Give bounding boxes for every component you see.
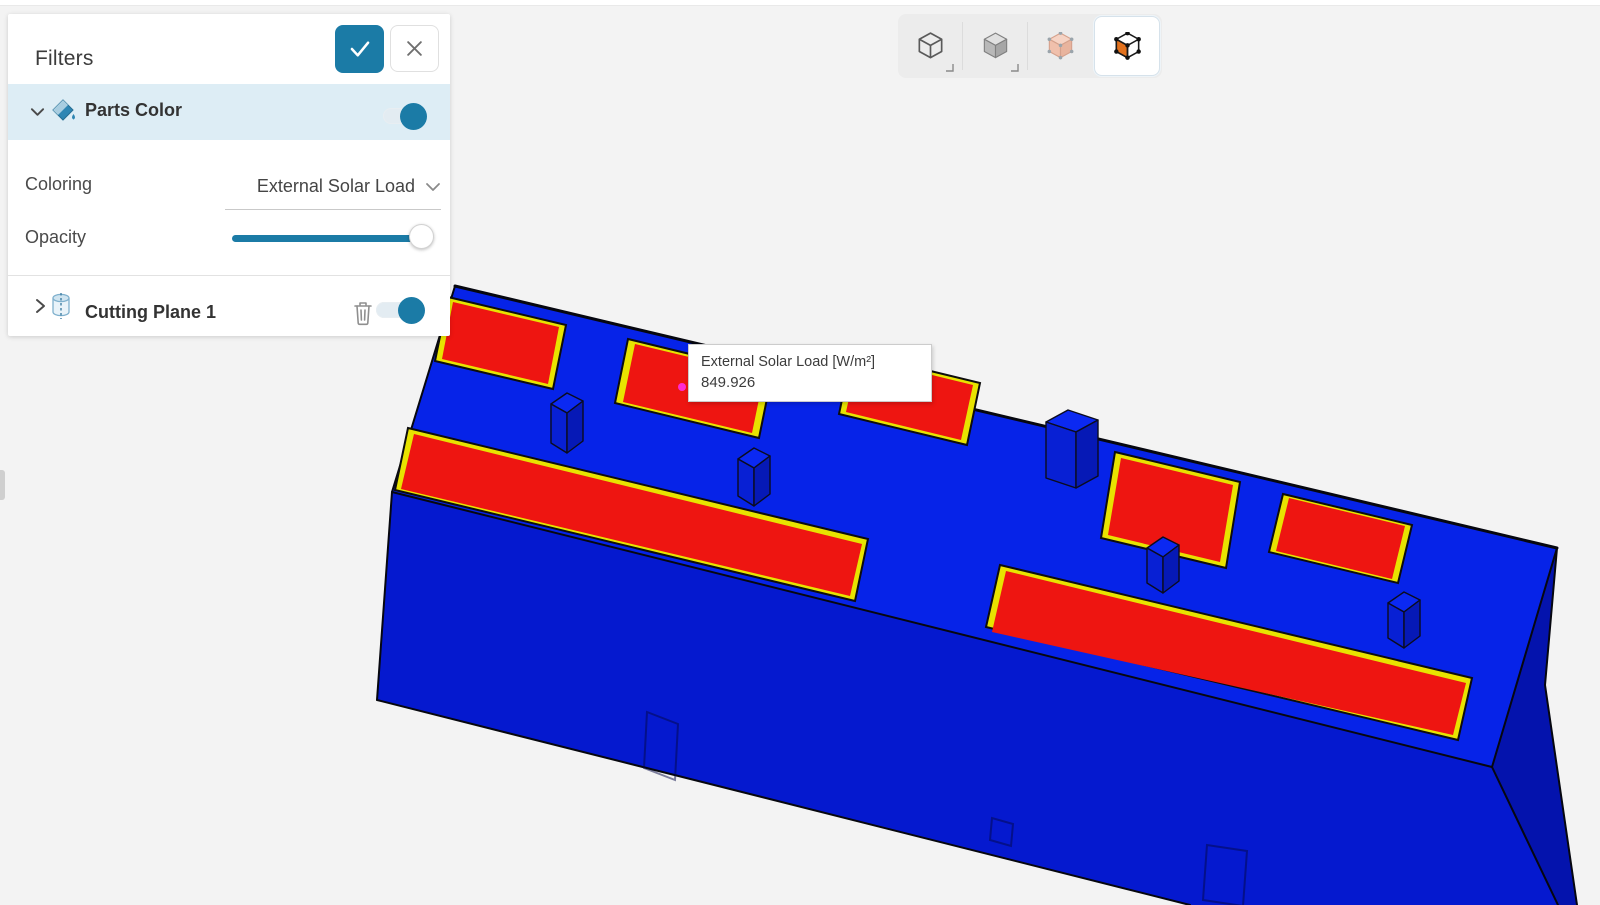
- surface-cube-icon: [1047, 31, 1073, 59]
- check-icon: [350, 41, 369, 57]
- cutting-plane-row[interactable]: Cutting Plane 1: [8, 276, 450, 336]
- roof-cube: [550, 392, 584, 454]
- chevron-right-icon[interactable]: [34, 298, 47, 314]
- left-panel-handle[interactable]: [0, 470, 5, 500]
- cutting-plane-icon: [52, 293, 70, 319]
- roof-cube: [1146, 536, 1180, 594]
- topology-view-button[interactable]: [1094, 16, 1160, 76]
- paint-bucket-icon: [52, 99, 75, 121]
- topology-cube-icon: [1113, 31, 1141, 60]
- solid-view-button[interactable]: [963, 14, 1027, 78]
- wireframe-cube-icon: [918, 31, 942, 58]
- parts-color-row[interactable]: Parts Color: [8, 84, 450, 140]
- parts-color-toggle-knob[interactable]: [400, 103, 427, 130]
- wireframe-view-button[interactable]: [898, 14, 962, 78]
- roof-cube: [737, 447, 771, 507]
- probe-tooltip-value: 849.926: [701, 374, 756, 391]
- coloring-value: External Solar Load: [256, 176, 415, 196]
- delete-cutting-plane-button[interactable]: [352, 301, 374, 329]
- cutting-plane-label: Cutting Plane 1: [85, 302, 217, 322]
- opacity-label: Opacity: [25, 227, 87, 247]
- chimney: [1045, 409, 1099, 489]
- coloring-select[interactable]: External Solar Load: [225, 164, 441, 210]
- view-mode-toolbar: [898, 14, 1162, 78]
- close-icon: [407, 41, 422, 56]
- coloring-label: Coloring: [25, 174, 93, 194]
- probe-tooltip: External Solar Load [W/m²] 849.926: [688, 344, 932, 402]
- chevron-down-icon[interactable]: [30, 105, 45, 119]
- dropdown-corner-icon: [1011, 64, 1019, 72]
- close-filters-button[interactable]: [390, 25, 439, 72]
- surface-view-button[interactable]: [1028, 14, 1092, 78]
- cutting-plane-toggle-knob[interactable]: [398, 297, 425, 324]
- panel-title: Filters: [35, 47, 94, 70]
- parts-color-label: Parts Color: [85, 100, 183, 120]
- top-edge-strip: [0, 0, 1600, 6]
- dropdown-corner-icon: [946, 64, 954, 72]
- apply-filters-button[interactable]: [335, 25, 384, 73]
- probe-marker: [678, 383, 686, 391]
- opacity-slider-knob[interactable]: [409, 224, 434, 249]
- chevron-down-icon: [426, 182, 440, 191]
- roof-cube: [1387, 591, 1421, 649]
- opacity-slider[interactable]: [232, 235, 418, 242]
- probe-tooltip-title: External Solar Load [W/m²]: [701, 354, 876, 370]
- trash-icon: [354, 302, 372, 326]
- filters-panel: Filters Parts Color Coloring External So…: [8, 14, 450, 336]
- solid-cube-icon: [983, 32, 1007, 58]
